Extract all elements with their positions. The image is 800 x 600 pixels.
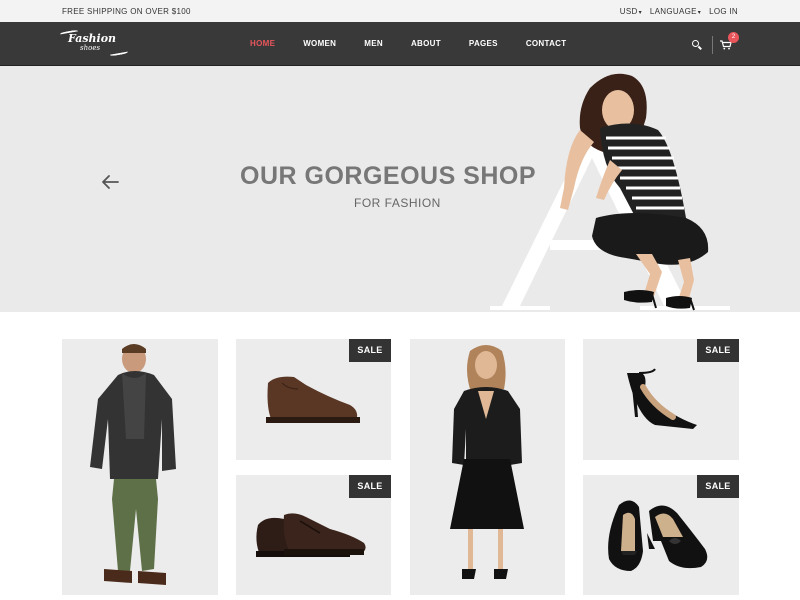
shipping-promo: FREE SHIPPING ON OVER $100: [62, 7, 191, 16]
man-in-dark-coat-image: [90, 344, 176, 585]
sale-badge: SALE: [697, 339, 739, 362]
sale-badge: SALE: [349, 475, 391, 498]
nav-home[interactable]: HOME: [250, 39, 275, 48]
sale-badge: SALE: [349, 339, 391, 362]
product-card-man[interactable]: [62, 339, 218, 595]
site-logo[interactable]: Fashion shoes: [59, 29, 130, 58]
cart-count-badge: 2: [728, 32, 739, 43]
top-bar: FREE SHIPPING ON OVER $100 USD▾ LANGUAGE…: [0, 0, 800, 22]
primary-nav: HOME WOMEN MEN ABOUT PAGES CONTACT: [250, 39, 594, 48]
nav-actions: 2: [692, 32, 739, 54]
main-navbar: Fashion shoes HOME WOMEN MEN ABOUT PAGES…: [0, 22, 800, 66]
nav-women[interactable]: WOMEN: [303, 39, 336, 48]
hero-banner: OUR GORGEOUS SHOP FOR FASHION: [0, 66, 800, 312]
arrow-left-icon[interactable]: [100, 174, 120, 190]
hero-subtitle: FOR FASHION: [354, 196, 441, 210]
woman-in-black-dress-image: [450, 345, 524, 579]
currency-select[interactable]: USD▾: [620, 7, 642, 16]
logo-swoosh-icon: [109, 50, 129, 57]
nav-divider: [712, 36, 713, 54]
cart-icon[interactable]: 2: [720, 32, 739, 50]
top-bar-links: USD▾ LANGUAGE▾ LOG IN: [620, 7, 738, 16]
nav-pages[interactable]: PAGES: [469, 39, 498, 48]
product-card-chukka-boot[interactable]: SALE: [236, 339, 391, 460]
login-link[interactable]: LOG IN: [709, 7, 738, 16]
caret-down-icon: ▾: [638, 10, 642, 16]
product-card-woman[interactable]: [410, 339, 565, 595]
language-select[interactable]: LANGUAGE▾: [650, 7, 701, 16]
currency-label: USD: [619, 7, 638, 16]
logo-line2: shoes: [80, 44, 101, 52]
caret-down-icon: ▾: [697, 10, 702, 16]
product-card-oxford[interactable]: SALE: [236, 475, 391, 595]
nav-men[interactable]: MEN: [364, 39, 383, 48]
nav-about[interactable]: ABOUT: [411, 39, 441, 48]
product-card-pointed-heel[interactable]: SALE: [583, 339, 739, 460]
sale-badge: SALE: [697, 475, 739, 498]
nav-contact[interactable]: CONTACT: [526, 39, 567, 48]
language-label: LANGUAGE: [649, 7, 697, 16]
search-icon[interactable]: [692, 40, 702, 50]
hero-model-image: [560, 73, 709, 311]
product-card-bow-pumps[interactable]: SALE: [583, 475, 739, 595]
